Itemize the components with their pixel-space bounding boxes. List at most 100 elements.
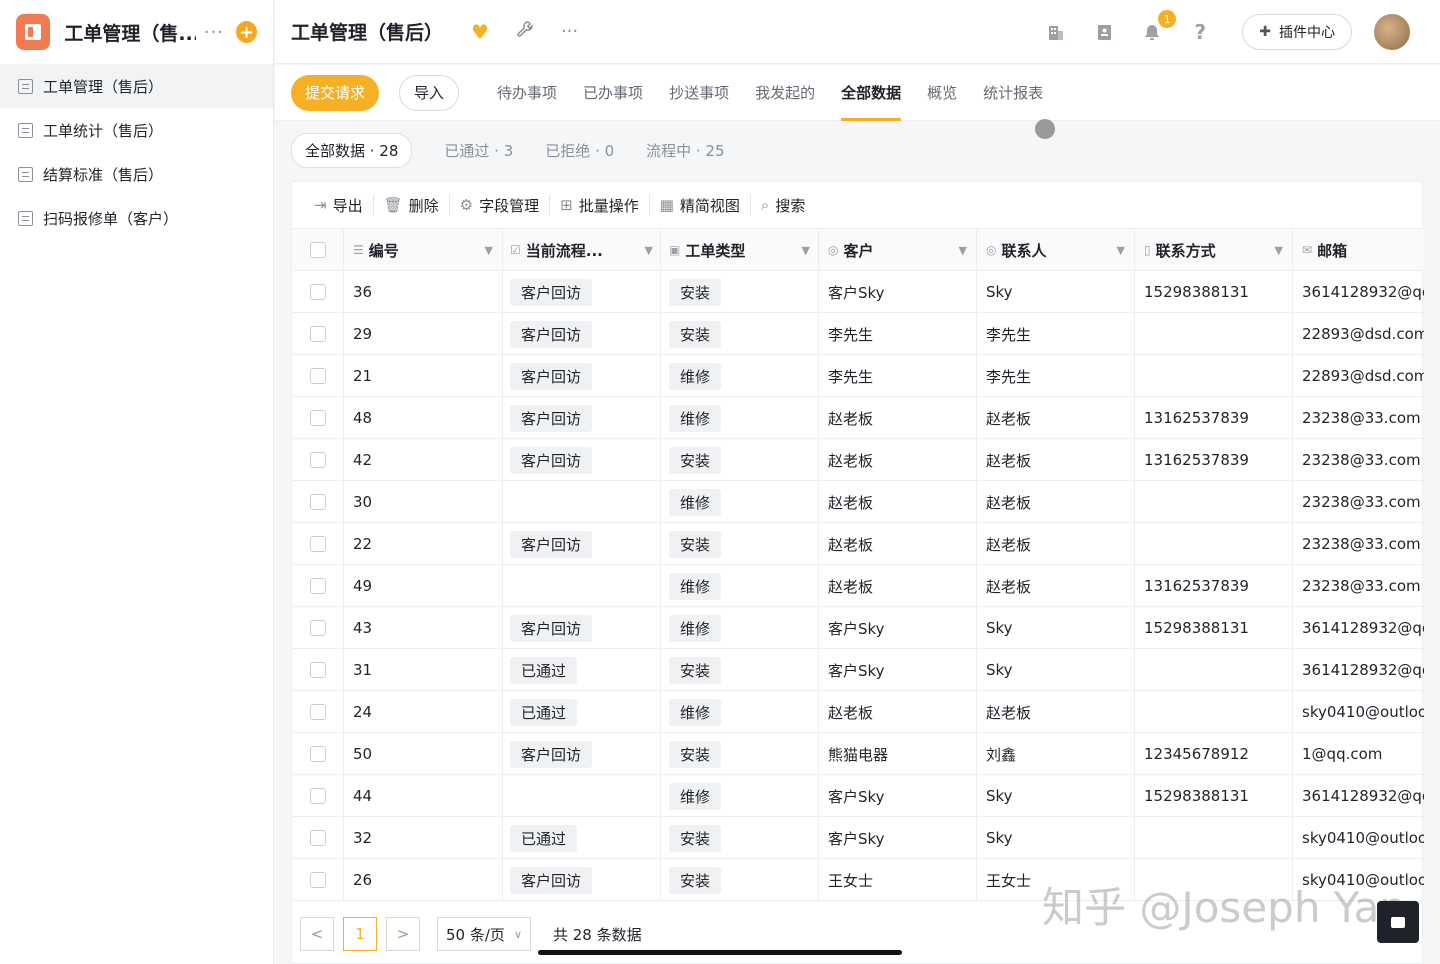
page-number-button[interactable]: 1: [343, 917, 377, 951]
row-checkbox[interactable]: [309, 830, 326, 846]
table-cell: 44: [344, 775, 503, 817]
table-row[interactable]: 31 已通过 安装 客户Sky Sky 3614128932@qq: [292, 649, 1424, 691]
table-row[interactable]: 29 客户回访 安装 李先生 李先生 22893@dsd.com: [292, 313, 1424, 355]
table-row[interactable]: 50 客户回访 安装 熊猫电器 刘鑫 12345678912 1@qq.com: [292, 733, 1424, 775]
view-tab[interactable]: 我发起的: [755, 65, 815, 121]
view-tab[interactable]: 概览: [927, 65, 957, 121]
row-checkbox[interactable]: [309, 536, 326, 552]
column-header[interactable]: ▣ 工单类型 ▼: [661, 229, 819, 271]
cell-value: 13162537839: [1144, 409, 1249, 427]
column-header[interactable]: ◎ 客户 ▼: [819, 229, 977, 271]
column-header[interactable]: ◎ 联系人 ▼: [977, 229, 1135, 271]
status-filter[interactable]: 流程中 · 25: [646, 140, 724, 161]
table-cell: 22: [344, 523, 503, 565]
plugin-center-label: 插件中心: [1279, 25, 1335, 41]
field-management-button[interactable]: ⚙ 字段管理: [450, 194, 551, 216]
sort-caret-icon[interactable]: ▼: [485, 244, 493, 257]
submit-request-button[interactable]: 提交请求: [291, 74, 380, 111]
row-select-cell: [292, 607, 344, 649]
field-type-icon: ◎: [828, 243, 839, 257]
help-question-icon[interactable]: ?: [1188, 20, 1212, 44]
column-header[interactable]: ✉ 邮箱: [1293, 229, 1424, 271]
view-tab[interactable]: 抄送事项: [669, 65, 729, 121]
table-cell: [503, 775, 661, 817]
table-row[interactable]: 36 客户回访 安装 客户Sky Sky 15298388131 3614128932@qq: [292, 271, 1424, 313]
more-options-icon[interactable]: ···: [561, 21, 578, 42]
view-tab[interactable]: 统计报表: [983, 65, 1043, 121]
sort-caret-icon[interactable]: ▼: [959, 244, 967, 257]
status-filter[interactable]: 全部数据 · 28: [291, 132, 413, 168]
page-size-value: 50 条/页: [446, 925, 505, 944]
prev-page-button[interactable]: <: [300, 917, 334, 951]
view-tabs: 待办事项 已办事项 抄送事项 我发起的 全部数据 概览 统计报表: [497, 65, 1069, 121]
row-checkbox[interactable]: [309, 368, 326, 384]
compact-view-button[interactable]: ▦ 精简视图: [650, 194, 751, 216]
add-item-button[interactable]: +: [236, 21, 257, 43]
row-checkbox[interactable]: [309, 452, 326, 468]
table-row[interactable]: 48 客户回访 维修 赵老板 赵老板 13162537839 23238@33.com: [292, 397, 1424, 439]
column-header-label: 联系人: [1001, 241, 1047, 260]
sort-caret-icon[interactable]: ▼: [645, 244, 653, 257]
app-logo-icon[interactable]: [16, 14, 51, 50]
top-bar: 工单管理（售后） ♥ ··· 1 ? ✚ 插件中心: [275, 0, 1440, 64]
sort-caret-icon[interactable]: ▼: [802, 244, 810, 257]
plugin-center-button[interactable]: ✚ 插件中心: [1242, 14, 1352, 50]
status-filter[interactable]: 已拒绝 · 0: [545, 140, 614, 161]
view-tab[interactable]: 待办事项: [497, 65, 557, 121]
horizontal-scrollbar[interactable]: [538, 950, 902, 955]
column-header-title: ▣ 工单类型: [669, 240, 745, 261]
row-checkbox[interactable]: [309, 704, 326, 720]
search-button[interactable]: ⌕ 搜索: [751, 194, 815, 216]
column-header[interactable]: ☰ 编号 ▼: [344, 229, 503, 271]
export-icon: ⇥: [314, 196, 327, 214]
chat-support-button[interactable]: [1377, 901, 1419, 943]
next-page-button[interactable]: >: [386, 917, 420, 951]
row-checkbox[interactable]: [309, 788, 326, 804]
delete-button[interactable]: 🗑︎ 删除: [374, 194, 450, 216]
settings-wrench-icon[interactable]: [515, 19, 535, 44]
import-button[interactable]: 导入: [399, 74, 460, 111]
table-row[interactable]: 24 已通过 维修 赵老板 赵老板 sky0410@outlook: [292, 691, 1424, 733]
table-row[interactable]: 32 已通过 安装 客户Sky Sky sky0410@outlook: [292, 817, 1424, 859]
row-checkbox[interactable]: [309, 662, 326, 678]
table-row[interactable]: 49 维修 赵老板 赵老板 13162537839 23238@33.com: [292, 565, 1424, 607]
view-tab[interactable]: 已办事项: [583, 65, 643, 121]
sort-caret-icon[interactable]: ▼: [1275, 244, 1283, 257]
table-row[interactable]: 42 客户回访 安装 赵老板 赵老板 13162537839 23238@33.com: [292, 439, 1424, 481]
table-row[interactable]: 22 客户回访 安装 赵老板 赵老板 23238@33.com: [292, 523, 1424, 565]
view-tab[interactable]: 全部数据: [841, 65, 902, 121]
app-more-icon[interactable]: ···: [204, 22, 224, 43]
sidebar-item[interactable]: 扫码报修单（客户）: [0, 196, 273, 240]
column-header[interactable]: ☑ 当前流程... ▼: [503, 229, 661, 271]
row-checkbox[interactable]: [309, 284, 326, 300]
row-checkbox[interactable]: [309, 494, 326, 510]
row-checkbox[interactable]: [309, 578, 326, 594]
select-all-checkbox[interactable]: [309, 242, 326, 258]
total-count: 共 28 条数据: [553, 925, 642, 944]
sidebar-item[interactable]: 工单统计（售后）: [0, 108, 273, 152]
table-row[interactable]: 44 维修 客户Sky Sky 15298388131 3614128932@qq: [292, 775, 1424, 817]
table-cell: 赵老板: [819, 397, 977, 439]
table-row[interactable]: 30 维修 赵老板 赵老板 23238@33.com: [292, 481, 1424, 523]
row-checkbox[interactable]: [309, 620, 326, 636]
notification-bell-icon[interactable]: 1: [1140, 10, 1177, 44]
status-filter[interactable]: 已通过 · 3: [444, 140, 513, 161]
sidebar-item[interactable]: 工单管理（售后）: [0, 64, 273, 108]
sidebar-item[interactable]: 结算标准（售后）: [0, 152, 273, 196]
row-checkbox[interactable]: [309, 410, 326, 426]
export-button[interactable]: ⇥ 导出: [304, 194, 374, 216]
contacts-book-icon[interactable]: [1092, 20, 1116, 44]
table-row[interactable]: 21 客户回访 维修 李先生 李先生 22893@dsd.com: [292, 355, 1424, 397]
table-row[interactable]: 43 客户回访 维修 客户Sky Sky 15298388131 3614128932@qq: [292, 607, 1424, 649]
cell-value: 王女士: [828, 871, 874, 890]
column-header[interactable]: ▯ 联系方式 ▼: [1135, 229, 1293, 271]
user-avatar[interactable]: [1374, 14, 1410, 50]
row-checkbox[interactable]: [309, 872, 326, 888]
row-checkbox[interactable]: [309, 746, 326, 762]
row-checkbox[interactable]: [309, 326, 326, 342]
favorite-heart-icon[interactable]: ♥: [471, 20, 489, 44]
page-size-select[interactable]: 50 条/页 ∨: [437, 917, 531, 951]
sort-caret-icon[interactable]: ▼: [1117, 244, 1125, 257]
batch-operation-button[interactable]: ⊞ 批量操作: [550, 194, 650, 216]
organization-building-icon[interactable]: [1044, 20, 1068, 44]
